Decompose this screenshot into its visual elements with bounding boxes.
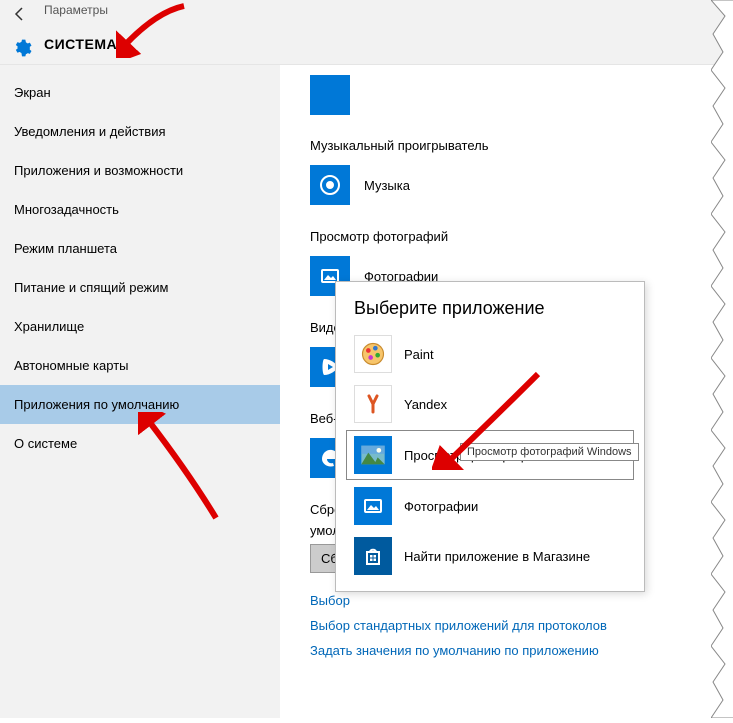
popup-title: Выберите приложение (336, 282, 644, 329)
page-title: СИСТЕМА (44, 36, 117, 52)
store-bag-icon (354, 537, 392, 575)
arrow-annotation-icon (138, 412, 228, 522)
link-by-app[interactable]: Задать значения по умолчанию по приложен… (310, 643, 703, 658)
link-file-types-truncated[interactable]: Выбор (310, 593, 703, 608)
header: Параметры СИСТЕМА (0, 0, 733, 65)
music-app-label: Музыка (364, 178, 410, 193)
partial-tile-icon[interactable] (310, 75, 350, 115)
arrow-annotation-icon (432, 370, 542, 470)
landscape-photo-icon (354, 436, 392, 474)
breadcrumb: Параметры (44, 3, 108, 17)
sidebar-item-tablet-mode[interactable]: Режим планшета (0, 229, 280, 268)
yandex-icon (354, 385, 392, 423)
sidebar-item-multitasking[interactable]: Многозадачность (0, 190, 280, 229)
sidebar-item-display[interactable]: Экран (0, 73, 280, 112)
sidebar-item-apps-features[interactable]: Приложения и возможности (0, 151, 280, 190)
sidebar: Экран Уведомления и действия Приложения … (0, 65, 280, 718)
arrow-annotation-icon (116, 2, 188, 58)
popup-item-photos[interactable]: Фотографии (336, 481, 644, 531)
sidebar-item-notifications[interactable]: Уведомления и действия (0, 112, 280, 151)
music-app-row[interactable]: Музыка (310, 165, 703, 205)
popup-item-label: Paint (404, 347, 434, 362)
sidebar-item-storage[interactable]: Хранилище (0, 307, 280, 346)
popup-item-store[interactable]: Найти приложение в Магазине (336, 531, 644, 581)
sidebar-item-offline-maps[interactable]: Автономные карты (0, 346, 280, 385)
photo-icon (354, 487, 392, 525)
popup-item-label: Найти приложение в Магазине (404, 549, 590, 564)
section-photo-viewer: Просмотр фотографий (310, 229, 703, 244)
paint-icon (354, 335, 392, 373)
sidebar-item-power[interactable]: Питание и спящий режим (0, 268, 280, 307)
back-button[interactable] (10, 4, 30, 24)
gear-icon (12, 38, 32, 63)
popup-item-label: Фотографии (404, 499, 478, 514)
link-protocols[interactable]: Выбор стандартных приложений для протоко… (310, 618, 703, 633)
section-music-player: Музыкальный проигрыватель (310, 138, 703, 153)
music-disc-icon (310, 165, 350, 205)
